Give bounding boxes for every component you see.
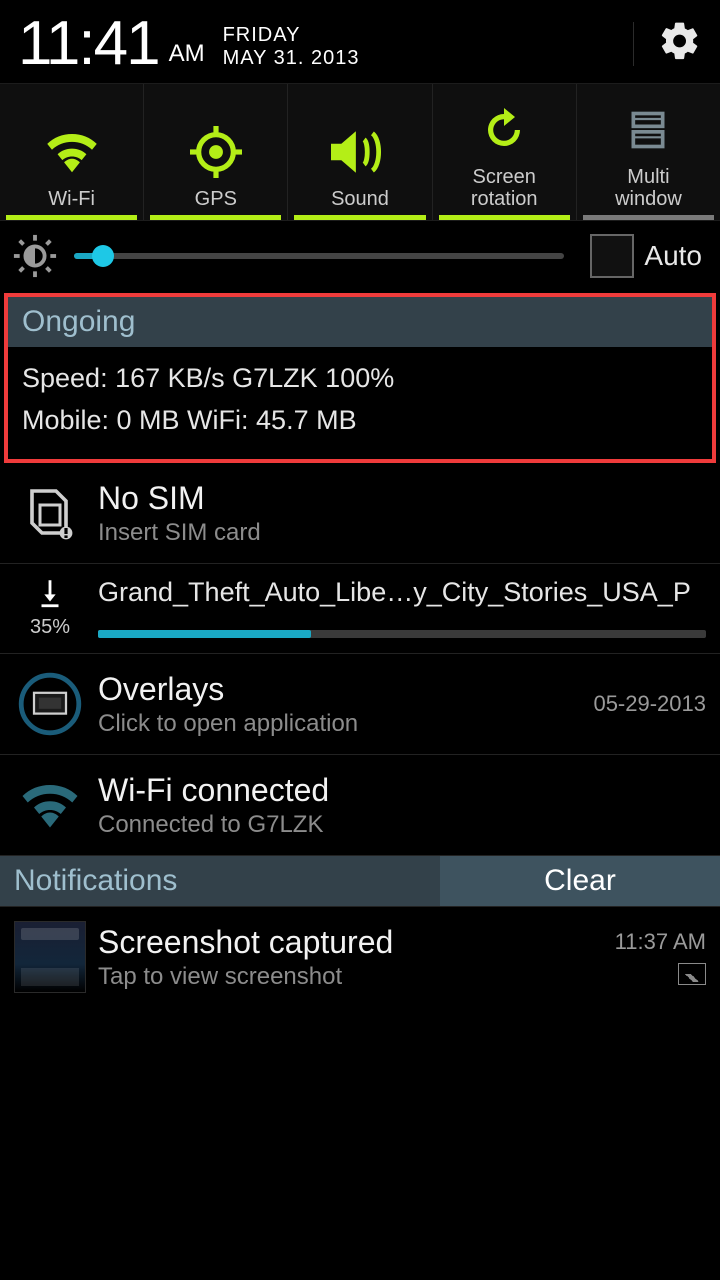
download-notification[interactable]: 35% Grand_Theft_Auto_Libe…y_City_Stories…	[0, 564, 720, 654]
notif-title: No SIM	[98, 480, 706, 517]
clear-button[interactable]: Clear	[440, 856, 720, 906]
notif-title: Screenshot captured	[98, 924, 615, 961]
auto-label: Auto	[644, 240, 702, 272]
day-of-week: FRIDAY	[223, 24, 360, 47]
no-sim-notification[interactable]: No SIM Insert SIM card	[0, 463, 720, 564]
notif-subtitle: Tap to view screenshot	[98, 963, 615, 991]
sim-icon	[25, 485, 75, 541]
settings-button[interactable]	[658, 19, 702, 68]
toggle-label: Sound	[331, 188, 389, 210]
notif-title: Overlays	[98, 671, 593, 708]
brightness-slider[interactable]	[74, 253, 564, 259]
wifi-icon	[20, 781, 80, 829]
brightness-row: Auto	[0, 221, 720, 291]
download-progress	[98, 630, 706, 638]
speed-line: Speed: 167 KB/s G7LZK 100%	[22, 357, 698, 399]
divider	[633, 22, 634, 66]
toggle-sound[interactable]: Sound	[288, 84, 432, 220]
rotation-icon	[480, 106, 528, 154]
notifications-header-row: Notifications Clear	[0, 856, 720, 907]
clock-ampm: AM	[169, 40, 205, 68]
notif-subtitle: Connected to G7LZK	[98, 811, 706, 839]
toggle-multiwindow[interactable]: Multi window	[577, 84, 720, 220]
toggle-label: GPS	[195, 188, 237, 210]
wifi-icon	[45, 131, 99, 173]
toggle-label: Multi window	[615, 166, 682, 210]
picture-icon	[678, 963, 706, 985]
clock-time: 11:41	[18, 8, 159, 79]
notifications-header: Notifications	[0, 856, 440, 906]
screenshot-thumbnail	[14, 921, 86, 993]
multiwindow-icon	[626, 108, 670, 152]
gps-icon	[190, 126, 242, 178]
download-icon	[33, 576, 67, 610]
quick-toggles: Wi-Fi GPS Sound	[0, 83, 720, 221]
data-usage-line: Mobile: 0 MB WiFi: 45.7 MB	[22, 399, 698, 441]
status-bar: 11:41 AM FRIDAY MAY 31. 2013	[0, 0, 720, 83]
notif-timestamp: 11:37 AM	[615, 929, 706, 955]
download-percent: 35%	[30, 616, 70, 639]
toggle-label: Screen rotation	[471, 166, 538, 210]
date-block: FRIDAY MAY 31. 2013	[223, 24, 360, 70]
toggle-gps[interactable]: GPS	[144, 84, 288, 220]
notif-timestamp: 05-29-2013	[593, 691, 706, 717]
sound-icon	[331, 130, 389, 174]
toggle-rotation[interactable]: Screen rotation	[433, 84, 577, 220]
speed-notification[interactable]: Speed: 167 KB/s G7LZK 100% Mobile: 0 MB …	[8, 347, 712, 459]
wifi-connected-notification[interactable]: Wi-Fi connected Connected to G7LZK	[0, 755, 720, 856]
clear-label: Clear	[544, 864, 616, 898]
overlays-notification[interactable]: Overlays Click to open application 05-29…	[0, 654, 720, 755]
ongoing-header: Ongoing	[8, 297, 712, 347]
notif-subtitle: Insert SIM card	[98, 519, 706, 547]
date-text: MAY 31. 2013	[223, 47, 360, 70]
brightness-icon	[12, 233, 58, 279]
toggle-wifi[interactable]: Wi-Fi	[0, 84, 144, 220]
screenshot-notification[interactable]: Screenshot captured Tap to view screensh…	[0, 907, 720, 1007]
overlays-icon	[18, 672, 82, 736]
gear-icon	[658, 19, 702, 63]
toggle-label: Wi-Fi	[48, 188, 95, 210]
auto-brightness-checkbox[interactable]	[590, 234, 634, 278]
notif-title: Wi-Fi connected	[98, 772, 706, 809]
notif-subtitle: Click to open application	[98, 710, 593, 738]
ongoing-block: Ongoing Speed: 167 KB/s G7LZK 100% Mobil…	[4, 293, 716, 463]
download-filename: Grand_Theft_Auto_Libe…y_City_Stories_USA…	[98, 577, 706, 608]
